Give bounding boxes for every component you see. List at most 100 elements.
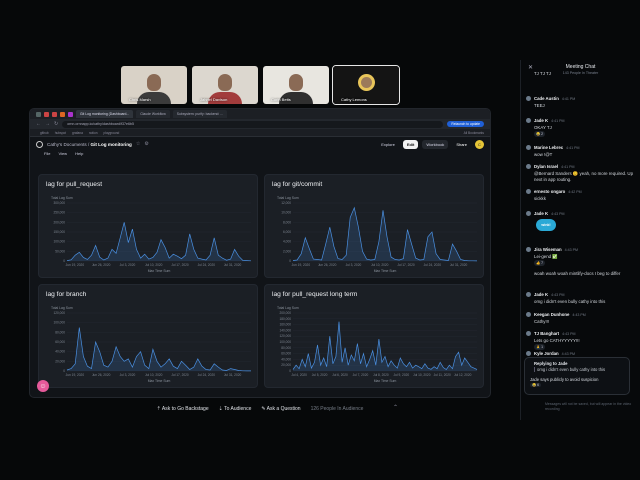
- reload-icon[interactable]: ↻: [54, 121, 58, 127]
- chart-panel-branch[interactable]: lag for branch 120,000 100,000 80,000 60,00…: [38, 284, 258, 388]
- message-author[interactable]: TJ Banghart 4:43 PM: [534, 331, 575, 336]
- avatar[interactable]: [526, 96, 531, 101]
- y-tick-label: 120,000: [53, 311, 65, 315]
- x-tick-label: Jul 5, 2020: [312, 373, 328, 377]
- x-tick-label: Jul 10, 2020: [145, 263, 163, 267]
- participant-tile[interactable]: Chris Marsh: [121, 66, 187, 104]
- chat-disclaimer: Messages will not be saved, but will app…: [545, 402, 632, 411]
- workbook-button[interactable]: Workbook: [422, 139, 449, 149]
- avatar[interactable]: [526, 164, 531, 169]
- chart-panel-git-commit[interactable]: lag for git/commit 12,000 10,000 8,000 6,00…: [264, 174, 484, 278]
- message-author[interactable]: Jade K 4:41 PM: [534, 118, 564, 123]
- avatar[interactable]: [526, 351, 531, 356]
- user-avatar[interactable]: C: [475, 139, 484, 149]
- x-tick-label: Jul 7, 2020: [353, 373, 369, 377]
- message-time: 4:41 PM: [566, 146, 580, 150]
- breadcrumb-root[interactable]: Cathy's Documents: [47, 142, 87, 147]
- participant-tile-active[interactable]: Cathy Lemons: [332, 65, 400, 105]
- message-author[interactable]: Jade K 4:43 PM: [534, 292, 564, 297]
- y-tick-label: 80,000: [55, 330, 65, 334]
- y-axis-label: Total Lag Sum: [277, 196, 299, 200]
- reaction-badge[interactable]: 😂 2: [534, 131, 546, 137]
- menu-help[interactable]: Help: [75, 151, 83, 159]
- backstage-button[interactable]: ⇡ Ask to Go Backstage: [157, 406, 209, 412]
- x-axis-label: Max Time Sum: [374, 379, 397, 383]
- settings-icon[interactable]: ⚙: [144, 141, 148, 147]
- share-button[interactable]: Share: [452, 140, 471, 149]
- app-tab-icon[interactable]: [68, 111, 73, 117]
- star-icon[interactable]: ☆: [136, 141, 140, 147]
- avatar[interactable]: [526, 331, 531, 336]
- reply-text: Jade says publicly to avoid suspicion: [530, 377, 599, 382]
- url-field[interactable]: ornn.ornnapp.io/cathy/dashboard/f37e6b5: [62, 120, 444, 128]
- all-bookmarks[interactable]: All Bookmarks: [464, 131, 484, 135]
- message-author[interactable]: Kyle Jordan 4:43 PM: [534, 351, 575, 356]
- chevron-up-icon[interactable]: ⌃: [393, 404, 398, 411]
- message-author[interactable]: Keegan Dunhone 4:43 PM: [534, 312, 586, 317]
- avatar[interactable]: [526, 292, 531, 297]
- x-axis-label: Max Time Sum: [148, 379, 171, 383]
- ask-question-button[interactable]: ✎ Ask a Question: [261, 406, 300, 412]
- message-author[interactable]: Marine Lebrec 4:41 PM: [534, 145, 580, 150]
- bookmark-item[interactable]: playground: [104, 131, 120, 135]
- message-time: 4:41 PM: [551, 119, 565, 123]
- gmail-tab-icon[interactable]: [44, 111, 49, 117]
- close-icon[interactable]: ✕: [528, 64, 533, 71]
- reply-reaction[interactable]: 😂 6: [530, 383, 542, 387]
- avatar[interactable]: [526, 145, 531, 150]
- message-text: Lei-gend ✅ 👍 7: [534, 254, 558, 266]
- app-tab-icon[interactable]: [60, 111, 65, 117]
- participant-name: Corin Betts: [271, 97, 291, 102]
- x-tick-label: Jul 31, 2020: [224, 373, 242, 377]
- explore-button[interactable]: Explore: [377, 140, 399, 149]
- chart-panel-pull-request[interactable]: lag for pull_request 300,000 250,000 200,0…: [38, 174, 258, 278]
- tab-claude-workflow[interactable]: Claude Workflow: [136, 110, 170, 118]
- x-tick-label: Jul 24, 2020: [198, 373, 216, 377]
- bookmark-item[interactable]: hubspot: [55, 131, 66, 135]
- relaunch-button[interactable]: Relaunch to update: [447, 121, 484, 127]
- message-author[interactable]: Jira Wiseman 4:43 PM: [534, 247, 578, 252]
- forward-icon[interactable]: →: [45, 121, 50, 127]
- bookmark-item[interactable]: grafana: [72, 131, 83, 135]
- bookmark-item[interactable]: notion: [89, 131, 98, 135]
- audience-count: 126 People In Audience: [310, 406, 364, 412]
- tab-github[interactable]: Subsystem: purify: backend: ...: [172, 110, 228, 118]
- bookmark-item[interactable]: github: [40, 131, 49, 135]
- chat-title: Meeting Chat: [565, 64, 596, 70]
- y-tick-label: 20,000: [281, 363, 291, 367]
- edit-button[interactable]: Edit: [402, 139, 419, 149]
- message-author[interactable]: Jade K 4:43 PM: [534, 211, 564, 216]
- participant-tile[interactable]: Jahnel Davison: [192, 66, 258, 104]
- message-author[interactable]: ernesto ongaro 4:42 PM: [534, 189, 582, 194]
- tab-git-log-monitoring[interactable]: Git Log monitoring (Dashboard...: [76, 110, 134, 118]
- reaction-badge[interactable]: 🙏 1: [534, 344, 546, 350]
- x-tick-label: Jul 31, 2020: [450, 263, 468, 267]
- x-tick-label: Jun 19, 2020: [292, 263, 311, 267]
- message-author[interactable]: Dylan Israel 4:41 PM: [534, 164, 575, 169]
- participant-head: [218, 74, 232, 91]
- participant-tile[interactable]: Corin Betts: [263, 66, 329, 104]
- x-tick-label: Jun 26, 2020: [92, 263, 111, 267]
- menu-view[interactable]: View: [58, 151, 67, 159]
- avatar[interactable]: [526, 312, 531, 317]
- app-logo-icon[interactable]: [36, 140, 43, 148]
- avatar[interactable]: [526, 118, 531, 123]
- avatar[interactable]: [526, 211, 531, 216]
- message-author[interactable]: Cade Austin 4:41 PM: [534, 96, 575, 101]
- menu-file[interactable]: File: [44, 151, 50, 159]
- back-icon[interactable]: ←: [36, 121, 41, 127]
- window-control-icon[interactable]: [36, 111, 41, 117]
- gmail-tab-icon[interactable]: [52, 111, 57, 117]
- reaction-badge[interactable]: 👍 7: [534, 260, 546, 266]
- participant-name: Jahnel Davison: [200, 97, 228, 102]
- reaction-button[interactable]: ☺: [37, 380, 49, 392]
- chart-panel-pull-request-long-term[interactable]: lag for pull_request long term 200,000 18…: [264, 284, 484, 388]
- reply-preview: Replying to Jade omg i didn't even bully…: [524, 357, 630, 395]
- avatar[interactable]: [526, 189, 531, 194]
- y-tick-label: 100,000: [53, 240, 65, 244]
- audience-button[interactable]: ⇣ To Audience: [219, 406, 252, 412]
- avatar[interactable]: [526, 247, 531, 252]
- message-time: 4:43 PM: [564, 248, 579, 252]
- y-tick-label: 40,000: [55, 350, 65, 354]
- y-tick-label: 200,000: [279, 311, 291, 315]
